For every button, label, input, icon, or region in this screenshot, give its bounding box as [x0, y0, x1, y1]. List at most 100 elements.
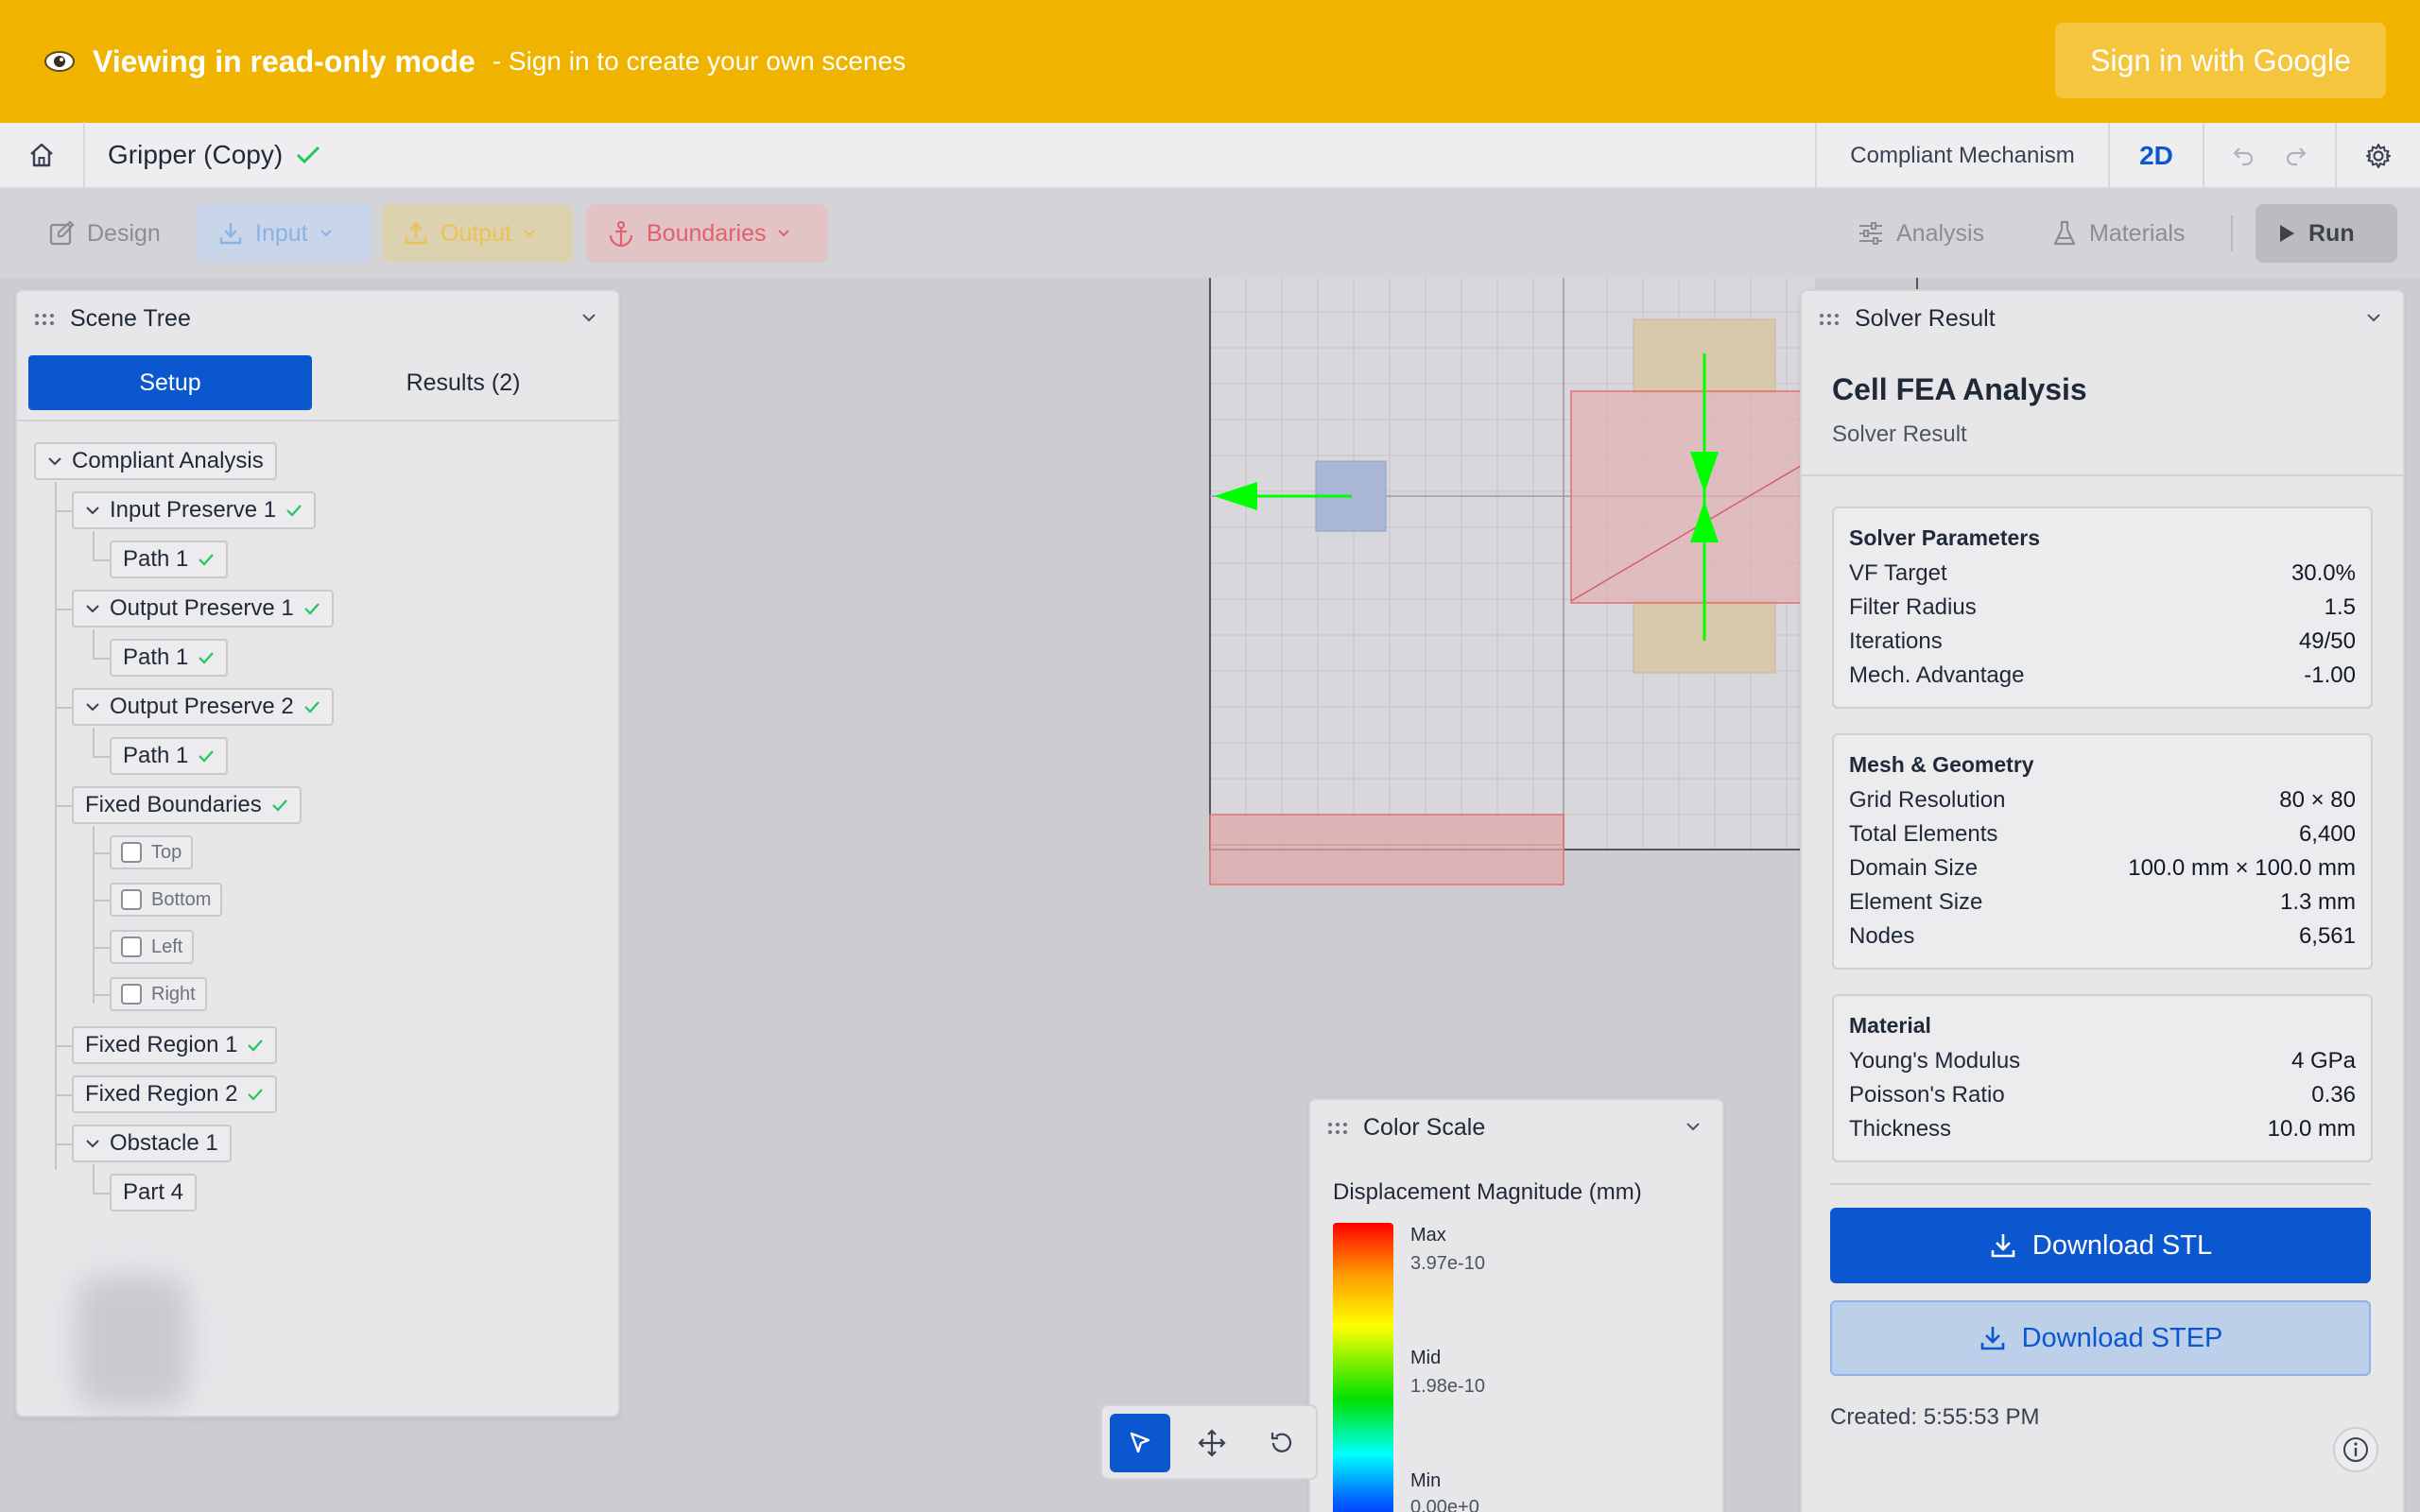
home-button[interactable]: [0, 122, 85, 188]
boundary-top-checkbox[interactable]: Top: [110, 835, 194, 869]
chevron-down-icon[interactable]: [85, 702, 100, 712]
upload-icon: [405, 222, 427, 245]
tree-connector: [55, 510, 72, 512]
tree-item-path[interactable]: Path 1: [110, 737, 229, 775]
info-button[interactable]: [2333, 1427, 2378, 1472]
tab-setup[interactable]: Setup: [28, 355, 312, 410]
tree-connector: [55, 1045, 72, 1047]
analysis-subtitle: Solver Result: [1832, 421, 1967, 447]
tree-item-path[interactable]: Path 1: [110, 639, 229, 677]
fixed-region-right[interactable]: [1570, 390, 1816, 604]
param-row: Total Elements 6,400: [1849, 817, 2356, 851]
solver-actions-divider: [1830, 1183, 2371, 1185]
solver-panel-header[interactable]: Solver Result: [1802, 291, 2403, 348]
document-title[interactable]: Gripper (Copy): [108, 140, 320, 170]
fixed-region-bottom[interactable]: [1209, 814, 1564, 885]
tree-connector: [55, 805, 72, 807]
select-tool-button[interactable]: [1110, 1414, 1170, 1472]
chevron-down-icon[interactable]: [85, 604, 100, 613]
param-value: 80 × 80: [2279, 787, 2356, 813]
collapse-chevron-icon[interactable]: [2365, 312, 2382, 323]
drag-handle-icon[interactable]: [1819, 313, 1840, 326]
view-2d-toggle[interactable]: 2D: [2108, 123, 2203, 189]
param-value: 100.0 mm × 100.0 mm: [2128, 855, 2356, 881]
created-timestamp: Created: 5:55:53 PM: [1830, 1404, 2040, 1430]
tree-connector: [93, 629, 95, 658]
info-icon: [2343, 1437, 2368, 1462]
home-icon: [30, 143, 53, 167]
input-dropdown[interactable]: Input: [197, 204, 371, 263]
param-value: -1.00: [2304, 662, 2356, 688]
redo-icon[interactable]: [2284, 144, 2308, 168]
chevron-down-icon[interactable]: [47, 456, 62, 466]
output-dropdown[interactable]: Output: [382, 204, 573, 263]
tree-item-fixed-region-1[interactable]: Fixed Region 1: [72, 1026, 278, 1064]
tree-connector: [93, 994, 110, 996]
collapse-chevron-icon[interactable]: [580, 312, 597, 323]
param-row: Domain Size 100.0 mm × 100.0 mm: [1849, 851, 2356, 885]
param-label: Total Elements: [1849, 821, 1998, 847]
tree-item-part-4[interactable]: Part 4: [110, 1174, 198, 1211]
chevron-down-icon[interactable]: [85, 1139, 100, 1148]
tree-item-label: Fixed Region 1: [85, 1032, 238, 1057]
drag-handle-icon[interactable]: [34, 313, 55, 326]
analysis-button[interactable]: Analysis: [1836, 204, 2005, 263]
param-label: Mech. Advantage: [1849, 662, 2025, 688]
param-value: 6,400: [2298, 821, 2356, 847]
sign-in-google-button[interactable]: Sign in with Google: [2055, 23, 2386, 98]
settings-button[interactable]: [2335, 123, 2420, 189]
card-heading: Material: [1849, 1013, 1931, 1038]
tree-item-output-preserve-2[interactable]: Output Preserve 2: [72, 688, 334, 726]
materials-button[interactable]: Materials: [2031, 204, 2205, 263]
boundary-right-checkbox[interactable]: Right: [110, 977, 207, 1011]
tree-item-path[interactable]: Path 1: [110, 541, 229, 578]
scene-tree-header[interactable]: Scene Tree: [17, 291, 618, 348]
tree-item-compliant-analysis[interactable]: Compliant Analysis: [34, 442, 277, 480]
param-value: 49/50: [2298, 628, 2356, 654]
param-row: Poisson's Ratio 0.36: [1849, 1078, 2356, 1112]
design-button[interactable]: Design: [26, 204, 182, 263]
tree-item-fixed-region-2[interactable]: Fixed Region 2: [72, 1075, 278, 1113]
pan-tool-button[interactable]: [1182, 1414, 1242, 1472]
chevron-down-icon[interactable]: [85, 506, 100, 515]
param-row: Iterations 49/50: [1849, 625, 2356, 659]
check-icon: [286, 505, 302, 517]
flask-icon: [2053, 220, 2076, 246]
checkbox-icon[interactable]: [121, 936, 142, 957]
collapse-chevron-icon[interactable]: [1685, 1121, 1702, 1132]
tree-item-fixed-boundaries[interactable]: Fixed Boundaries: [72, 786, 302, 824]
tree-item-output-preserve-1[interactable]: Output Preserve 1: [72, 590, 334, 627]
param-row: Element Size 1.3 mm: [1849, 885, 2356, 919]
param-label: Young's Modulus: [1849, 1048, 2021, 1074]
analysis-label: Analysis: [1896, 219, 1985, 247]
tab-results[interactable]: Results (2): [331, 355, 596, 410]
color-scale-header[interactable]: Color Scale: [1310, 1100, 1722, 1157]
reset-view-button[interactable]: [1252, 1414, 1312, 1472]
download-icon: [1991, 1234, 2015, 1258]
param-row: Nodes 6,561: [1849, 919, 2356, 954]
chevron-down-icon: [320, 230, 332, 237]
download-stl-button[interactable]: Download STL: [1830, 1208, 2371, 1283]
rotate-ccw-icon: [1270, 1433, 1292, 1452]
color-scale-title: Color Scale: [1363, 1114, 1486, 1141]
param-label: Thickness: [1849, 1116, 1952, 1142]
materials-label: Materials: [2089, 219, 2186, 247]
run-button[interactable]: Run: [2256, 204, 2397, 263]
boundary-left-checkbox[interactable]: Left: [110, 930, 195, 964]
tree-item-obstacle-1[interactable]: Obstacle 1: [72, 1125, 232, 1162]
banner-title: Viewing in read-only mode: [93, 43, 475, 78]
tree-item-input-preserve-1[interactable]: Input Preserve 1: [72, 491, 317, 529]
tree-connector: [93, 852, 110, 854]
undo-icon[interactable]: [2231, 144, 2256, 168]
checkbox-icon[interactable]: [121, 889, 142, 910]
checkbox-icon[interactable]: [121, 984, 142, 1005]
boundaries-dropdown[interactable]: Boundaries: [586, 204, 828, 263]
mode-selector[interactable]: Compliant Mechanism: [1815, 123, 2108, 189]
download-icon: [1980, 1327, 2004, 1350]
tree-connector: [93, 531, 95, 559]
drag-handle-icon[interactable]: [1327, 1122, 1348, 1135]
download-step-button[interactable]: Download STEP: [1830, 1300, 2371, 1376]
boundary-bottom-checkbox[interactable]: Bottom: [110, 883, 223, 917]
checkbox-icon[interactable]: [121, 842, 142, 863]
param-row: Thickness 10.0 mm: [1849, 1112, 2356, 1146]
